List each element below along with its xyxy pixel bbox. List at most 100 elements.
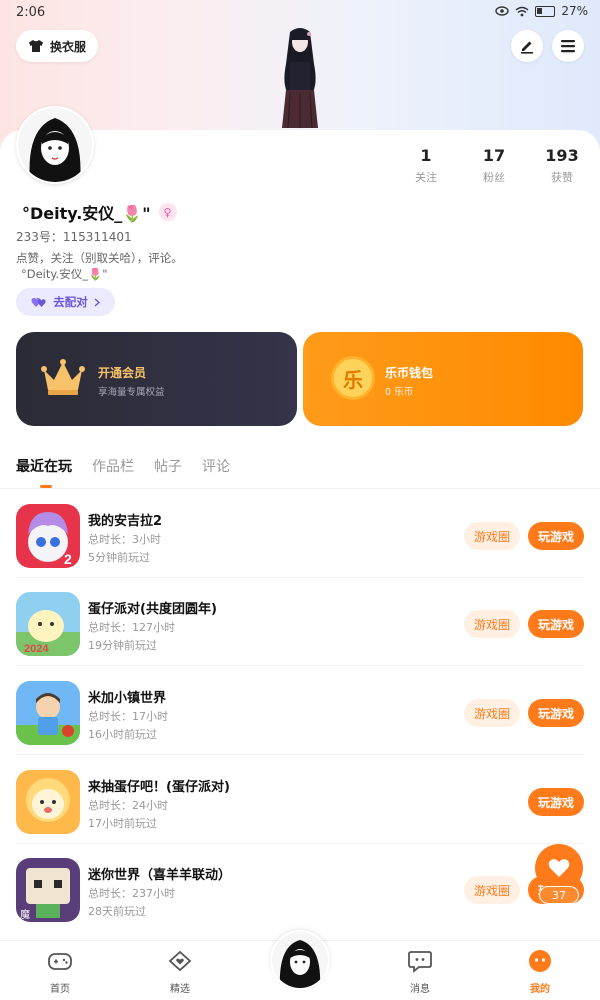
- list-item[interactable]: 米加小镇世界 总时长：17小时 16小时前玩过 游戏圈 玩游戏: [0, 667, 600, 755]
- stat-likes[interactable]: 193 获赞: [532, 146, 592, 185]
- face-icon: [529, 950, 551, 972]
- game-duration: 总时长：17小时: [88, 710, 168, 723]
- chevron-right-icon: [94, 297, 100, 307]
- tab-works[interactable]: 作品栏: [92, 456, 134, 476]
- wifi-icon: [515, 6, 529, 16]
- username-text: °Deity.安仪_🌷": [22, 204, 151, 223]
- angela-icon: 2: [16, 504, 80, 568]
- menu-button[interactable]: [552, 30, 584, 62]
- wallet-card[interactable]: 乐 乐币钱包 0 乐币: [303, 332, 583, 426]
- profile-avatar[interactable]: [16, 106, 94, 184]
- pair-label: 去配对: [53, 295, 88, 309]
- list-item[interactable]: 来抽蛋仔吧！(蛋仔派对) 总时长：24小时 17小时前玩过 玩游戏: [0, 756, 600, 844]
- stat-followers[interactable]: 17 粉丝: [464, 146, 524, 185]
- stat-followers-label: 粉丝: [483, 171, 505, 184]
- tab-recent-play[interactable]: 最近在玩: [16, 456, 72, 476]
- list-item[interactable]: 2024 蛋仔派对(共度团圆年) 总时长：127小时 19分钟前玩过 游戏圈 玩…: [0, 578, 600, 666]
- floating-like-button[interactable]: 37: [535, 844, 583, 904]
- bio-line-1: 点赞，关注（别取关哈），评论。: [16, 251, 183, 265]
- game-circle-button[interactable]: 游戏圈: [464, 699, 520, 727]
- game-last-played: 19分钟前玩过: [88, 639, 157, 652]
- floating-like-circle[interactable]: [535, 844, 583, 892]
- svg-text:魔: 魔: [20, 908, 30, 921]
- game-name: 米加小镇世界: [88, 691, 167, 706]
- tab-comments[interactable]: 评论: [202, 456, 230, 476]
- nav-messages[interactable]: 消息: [390, 949, 450, 995]
- gamepad-icon: [48, 953, 72, 970]
- game-name: 我的安吉拉2: [88, 514, 163, 529]
- stat-followers-num: 17: [482, 146, 506, 165]
- character-avatar-figure[interactable]: [268, 24, 332, 130]
- like-count: 37: [539, 886, 579, 904]
- wallet-title: 乐币钱包: [385, 366, 434, 380]
- game-duration: 总时长：127小时: [88, 621, 175, 634]
- vip-subtitle: 享海量专属权益: [98, 387, 165, 398]
- stat-following[interactable]: 1 关注: [396, 146, 456, 185]
- svg-text:2024: 2024: [24, 643, 49, 655]
- miga-icon: [16, 681, 80, 745]
- eggy-draw-icon: [16, 770, 80, 834]
- game-circle-button[interactable]: 游戏圈: [464, 522, 520, 550]
- nav-featured[interactable]: 精选: [150, 949, 210, 995]
- game-duration: 总时长：3小时: [88, 533, 161, 546]
- battery-percent: 27%: [561, 4, 588, 18]
- crown-icon: [41, 359, 85, 395]
- status-bar: 2:06 27%: [0, 0, 600, 26]
- pair-button[interactable]: 去配对: [16, 288, 115, 316]
- row-divider: [16, 665, 584, 666]
- eggy-icon: 2024: [16, 592, 80, 656]
- tabs-divider: [0, 488, 600, 489]
- game-last-played: 16小时前玩过: [88, 728, 157, 741]
- vip-card[interactable]: 开通会员 享海量专属权益: [16, 332, 297, 426]
- pen-icon: [521, 41, 533, 54]
- play-game-button[interactable]: 玩游戏: [528, 699, 584, 727]
- female-gender-icon: ♀: [158, 203, 177, 221]
- stat-following-num: 1: [420, 146, 432, 165]
- chat-icon: [408, 951, 432, 973]
- nav-home-label: 首页: [50, 984, 70, 995]
- play-game-button[interactable]: 玩游戏: [528, 522, 584, 550]
- eye-icon: [495, 6, 510, 16]
- tab-posts[interactable]: 帖子: [154, 456, 182, 476]
- change-outfit-button[interactable]: 换衣服: [16, 30, 98, 62]
- vip-title: 开通会员: [98, 366, 147, 380]
- list-item[interactable]: 2 我的安吉拉2 总时长：3小时 5分钟前玩过 游戏圈 玩游戏: [0, 490, 600, 578]
- game-circle-button[interactable]: 游戏圈: [464, 610, 520, 638]
- nav-home[interactable]: 首页: [30, 949, 90, 995]
- heart-icon: [548, 859, 570, 877]
- game-name: 蛋仔派对(共度团圆年): [88, 602, 217, 617]
- avatar-image: [18, 108, 92, 182]
- play-game-button[interactable]: 玩游戏: [528, 788, 584, 816]
- stat-following-label: 关注: [415, 171, 437, 184]
- coin-icon: 乐: [331, 356, 375, 400]
- stat-likes-label: 获赞: [551, 171, 573, 184]
- coin-char: 乐: [343, 367, 363, 392]
- game-name: 迷你世界（喜羊羊联动）: [88, 868, 232, 883]
- double-heart-icon: [31, 297, 46, 307]
- edit-profile-button[interactable]: [511, 30, 543, 62]
- game-duration: 总时长：237小时: [88, 887, 175, 900]
- user-id: 233号：115311401: [16, 230, 132, 244]
- username: °Deity.安仪_🌷" ♀: [22, 200, 177, 224]
- profile-tabs: 最近在玩 作品栏 帖子 评论: [16, 456, 230, 476]
- game-duration: 总时长：24小时: [88, 799, 168, 812]
- change-outfit-label: 换衣服: [49, 39, 86, 54]
- game-last-played: 5分钟前玩过: [88, 551, 150, 564]
- game-last-played: 17小时前玩过: [88, 817, 157, 830]
- battery-icon: [535, 5, 556, 17]
- nav-featured-label: 精选: [170, 984, 190, 995]
- hamburger-icon: [561, 40, 575, 53]
- shirt-icon: [28, 40, 43, 52]
- nav-messages-label: 消息: [410, 984, 430, 995]
- stat-likes-num: 193: [545, 146, 579, 165]
- play-game-button[interactable]: 玩游戏: [528, 610, 584, 638]
- game-last-played: 28天前玩过: [88, 905, 146, 918]
- center-avatar-image: [272, 932, 328, 988]
- nav-mine[interactable]: 我的: [510, 949, 570, 995]
- list-item[interactable]: 魔 迷你世界（喜羊羊联动） 总时长：237小时 28天前玩过 游戏圈 玩游戏: [0, 844, 600, 932]
- game-circle-button[interactable]: 游戏圈: [464, 876, 520, 904]
- heart-diamond-icon: [168, 950, 192, 972]
- nav-center-avatar[interactable]: [270, 930, 330, 990]
- row-divider: [16, 754, 584, 755]
- status-time: 2:06: [16, 5, 46, 20]
